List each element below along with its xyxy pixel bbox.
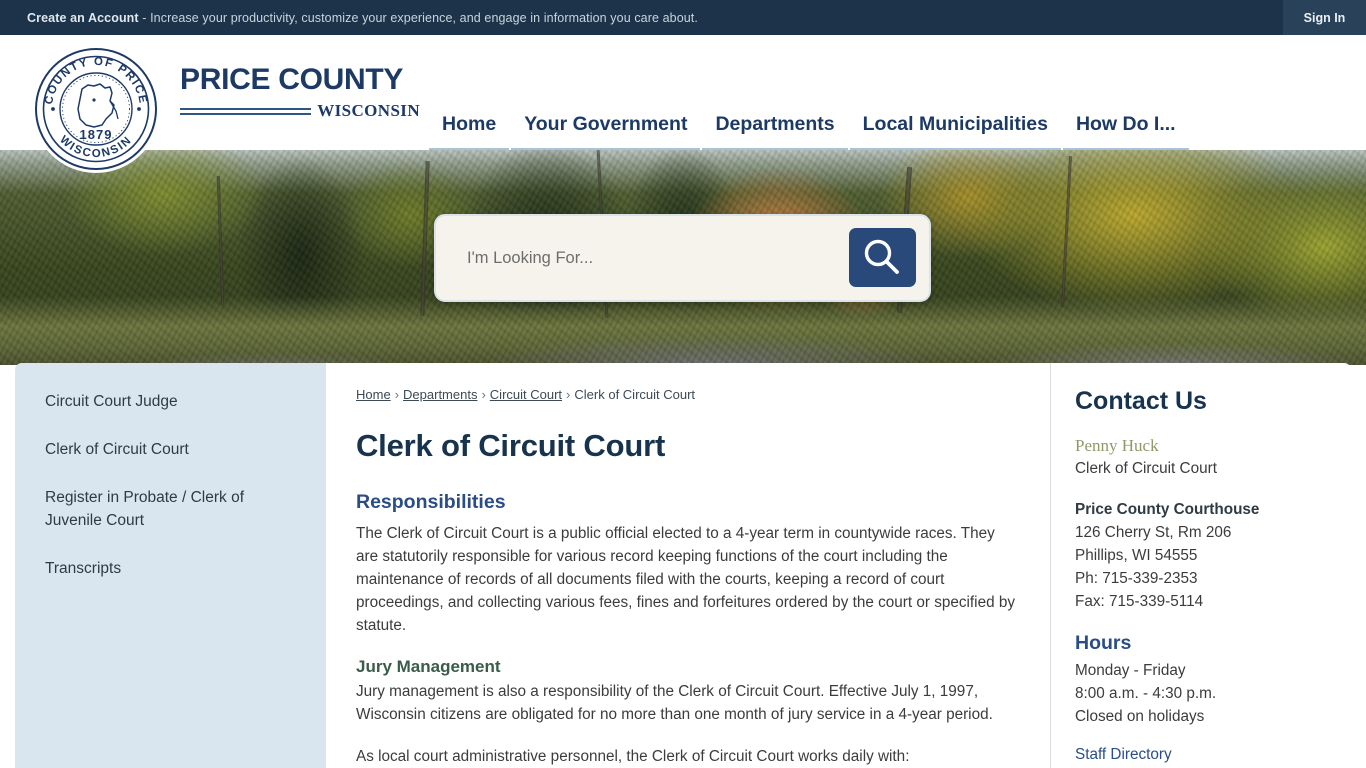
responsibilities-heading: Responsibilities [356, 491, 506, 513]
contact-fax: Fax: 715-339-5114 [1075, 592, 1204, 610]
contact-us-heading: Contact Us [1075, 387, 1207, 415]
brand-rule-divider [180, 105, 312, 118]
breadcrumb: Home › Departments › Circuit Court › Clerk of … [356, 387, 1020, 402]
county-seal-icon: COUNTY OF PRICE WISCONSIN 1879 [34, 47, 158, 171]
nav-item-home[interactable]: Home [428, 35, 510, 151]
contact-phone: Ph: 715-339-2353 [1075, 569, 1198, 587]
contact-place: Price County Courthouse [1075, 500, 1260, 518]
contact-address-line-2: Phillips, WI 54555 [1075, 546, 1198, 564]
breadcrumb-separator: › [481, 387, 486, 402]
county-seal-logo[interactable]: COUNTY OF PRICE WISCONSIN 1879 [32, 45, 160, 173]
page-title: Clerk of Circuit Court [356, 428, 666, 463]
contact-rail: Contact Us Penny Huck Clerk of Circuit C… [1051, 363, 1351, 768]
breadcrumb-item-departments[interactable]: Departments [403, 387, 477, 402]
brand-state: WISCONSIN [317, 101, 420, 120]
hours-note: Closed on holidays [1075, 707, 1205, 725]
sign-in-button[interactable]: Sign In [1283, 0, 1366, 35]
primary-navigation: Home Your Government Departments Local M… [428, 35, 1366, 151]
nav-item-how-do-i[interactable]: How Do I... [1062, 35, 1190, 151]
search-icon [864, 239, 899, 274]
brand-name: PRICE COUNTY [180, 63, 404, 96]
sidebar-item-register-in-probate[interactable]: Register in Probate / Clerk of Juvenile … [45, 487, 304, 533]
nav-label: Your Government [524, 113, 688, 135]
create-account-tagline: - Increase your productivity, customize … [138, 10, 698, 25]
jury-management-paragraph: Jury management is also a responsibility… [356, 682, 993, 723]
search-input[interactable] [436, 216, 846, 300]
hours-time: 8:00 a.m. - 4:30 p.m. [1075, 684, 1217, 702]
create-account-link[interactable]: Create an Account [27, 11, 139, 25]
responsibilities-paragraph: The Clerk of Circuit Court is a public o… [356, 525, 1015, 634]
breadcrumb-separator: › [566, 387, 571, 402]
svg-text:1879: 1879 [80, 127, 113, 142]
sidebar-item-clerk-of-circuit-court[interactable]: Clerk of Circuit Court [45, 439, 304, 462]
contact-person-link[interactable]: Penny Huck [1075, 436, 1327, 456]
nav-item-your-government[interactable]: Your Government [510, 35, 701, 151]
jury-management-heading: Jury Management [356, 656, 501, 676]
breadcrumb-item-home[interactable]: Home [356, 387, 391, 402]
section-sidebar: Circuit Court Judge Clerk of Circuit Cou… [15, 363, 326, 768]
contact-person-title: Clerk of Circuit Court [1075, 460, 1217, 477]
nav-item-departments[interactable]: Departments [701, 35, 848, 151]
top-utility-bar: Create an Account - Increase your produc… [0, 0, 1366, 35]
create-account-message: Create an Account - Increase your produc… [27, 11, 698, 25]
nav-item-local-municipalities[interactable]: Local Municipalities [849, 35, 1062, 151]
site-search [434, 214, 931, 302]
brand-wordmark[interactable]: PRICE COUNTY WISCONSIN [180, 65, 420, 121]
hours-heading: Hours [1075, 631, 1132, 654]
staff-directory-link[interactable]: Staff Directory [1075, 746, 1172, 763]
sidebar-item-transcripts[interactable]: Transcripts [45, 558, 304, 581]
works-with-intro: As local court administrative personnel,… [356, 747, 910, 765]
breadcrumb-item-circuit-court[interactable]: Circuit Court [490, 387, 562, 402]
site-masthead: COUNTY OF PRICE WISCONSIN 1879 PRICE COU… [0, 35, 1366, 173]
nav-label: Departments [715, 113, 835, 135]
breadcrumb-item-current: Clerk of Circuit Court [574, 387, 696, 402]
breadcrumb-separator: › [394, 387, 400, 402]
search-button[interactable] [849, 228, 916, 287]
nav-label: Home [442, 113, 497, 135]
main-article: Home › Departments › Circuit Court › Clerk of … [326, 363, 1051, 768]
nav-label: Local Municipalities [862, 113, 1048, 135]
hours-days: Monday - Friday [1075, 661, 1186, 679]
page-content-card: Circuit Court Judge Clerk of Circuit Cou… [15, 363, 1351, 768]
contact-address-line-1: 126 Cherry St, Rm 206 [1075, 523, 1232, 541]
nav-label: How Do I... [1075, 113, 1176, 135]
sidebar-item-circuit-court-judge[interactable]: Circuit Court Judge [45, 391, 304, 414]
